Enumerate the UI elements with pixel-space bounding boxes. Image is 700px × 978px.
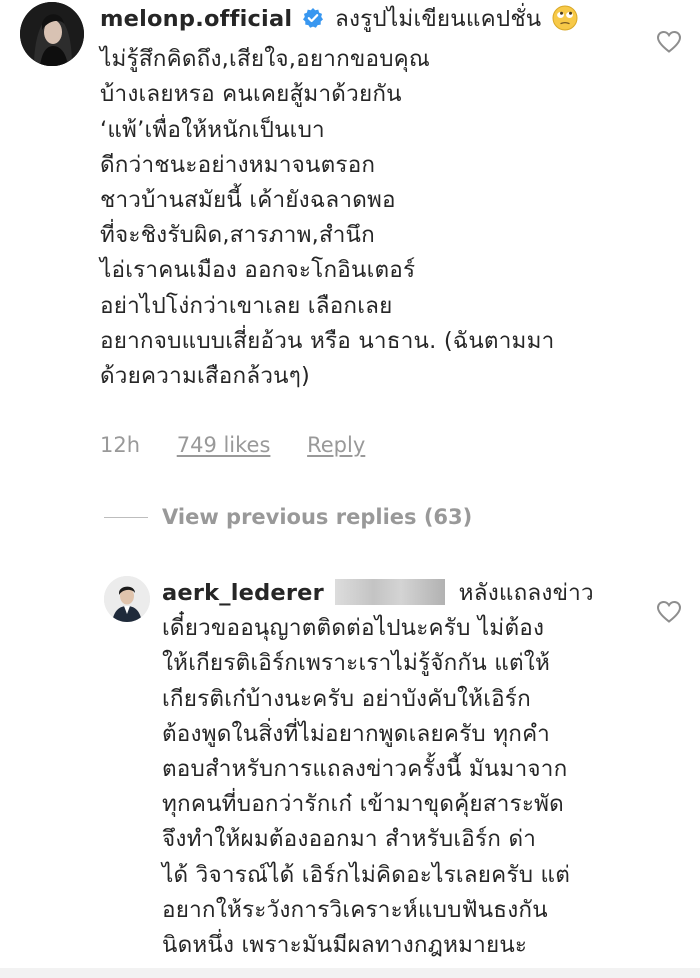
censored-mention <box>335 579 446 605</box>
reply-button[interactable]: Reply <box>307 433 365 457</box>
comment-line: ตอบสำหรับการแถลงข่าวครั้งนี้ มันมาจาก <box>162 756 568 783</box>
username[interactable]: melonp.official <box>100 6 292 32</box>
view-previous-label: View previous replies (63) <box>162 505 473 529</box>
avatar[interactable] <box>104 576 150 622</box>
eye-roll-emoji-icon <box>552 5 578 42</box>
comment-line: ไม่รู้สึกคิดถึง,เสียใจ,อยากขอบคุณ <box>100 46 430 73</box>
comment-line: ที่จะชิงรับผิด,สารภาพ,สำนึก <box>100 222 375 249</box>
comment-line: ดีกว่าชนะอย่างหมาจนตรอก <box>100 151 376 178</box>
comment-first-line: aerk_lederer หลังแถลงข่าว <box>162 576 594 611</box>
username[interactable]: aerk_lederer <box>162 580 324 606</box>
comment-line: อย่าไปโง่กว่าเขาเลย เลือกเลย <box>100 292 393 319</box>
comment-line: ‘แพ้’เพื่อให้หนักเป็นเบา <box>100 116 325 143</box>
comment-line: อยากจบแบบเสี่ยอ้วน หรือ นาธาน. (ฉันตามมา <box>100 327 555 354</box>
comment-line: ทุกคนที่บอกว่ารักเก๋ เข้ามาขุดคุ้ยสาระพั… <box>162 791 564 818</box>
comment-line: บ้างเลยหรอ คนเคยสู้มาด้วยกัน <box>100 81 402 108</box>
comment-line: ได้ วิจารณ์ได้ เอิร์กไม่คิดอะไรเลยครับ แ… <box>162 861 571 888</box>
comment-line: จึงทำให้ผมต้องออกมา สำหรับเอิร์ก ด่า <box>162 826 537 853</box>
comment-first-line: melonp.official ลงรูปไม่เขียนแคปชั่น <box>100 2 578 42</box>
comment-line: เกียรติเก๋บ้างนะครับ อย่าบังคับให้เอิร์ก <box>162 685 531 712</box>
heart-outline-icon[interactable] <box>656 30 682 54</box>
comment-line: ให้เกียรติเอิร์กเพราะเราไม่รู้จักกัน แต่… <box>162 650 550 677</box>
comment-line: นิดหนึ่ง เพราะมันมีผลทางกฎหมายนะ <box>162 932 528 959</box>
comment-line: ไอ่เราคนเมือง ออกจะโกอินเตอร์ <box>100 257 416 284</box>
avatar[interactable] <box>20 2 84 66</box>
likes-link[interactable]: 749 likes <box>177 433 271 457</box>
avatar-image <box>104 576 150 622</box>
verified-badge-icon <box>302 5 324 40</box>
divider <box>104 516 148 518</box>
comment-line: ต้องพูดในสิ่งที่ไม่อยากพูดเลยครับ ทุกคำ <box>162 720 550 747</box>
comment-intro-text: หลังแถลงข่าว <box>458 580 594 606</box>
comment-text: melonp.official ลงรูปไม่เขียนแคปชั่น ไม่… <box>100 2 578 394</box>
comment-time: 12h <box>100 433 141 457</box>
comment-line: ชาวบ้านสมัยนี้ เค้ายังฉลาดพอ <box>100 187 396 214</box>
bottom-edge <box>0 968 700 978</box>
comment-intro-text: ลงรูปไม่เขียนแคปชั่น <box>334 6 542 32</box>
comment-meta: 12h 749 likes Reply <box>100 433 395 457</box>
comment-line: เดี๋ยวขออนุญาตติดต่อไปนะครับ ไม่ต้อง <box>162 615 545 642</box>
view-previous-replies-button[interactable]: View previous replies (63) <box>104 505 472 529</box>
comment-line: ด้วยความเสือกล้วนๆ) <box>100 363 311 390</box>
comment-line: อยากให้ระวังการวิเคราะห์แบบฟันธงกัน <box>162 896 548 923</box>
comment-text: aerk_lederer หลังแถลงข่าว เดี๋ยวขออนุญาต… <box>162 576 594 963</box>
avatar-image <box>20 2 84 66</box>
heart-outline-icon[interactable] <box>656 600 682 624</box>
